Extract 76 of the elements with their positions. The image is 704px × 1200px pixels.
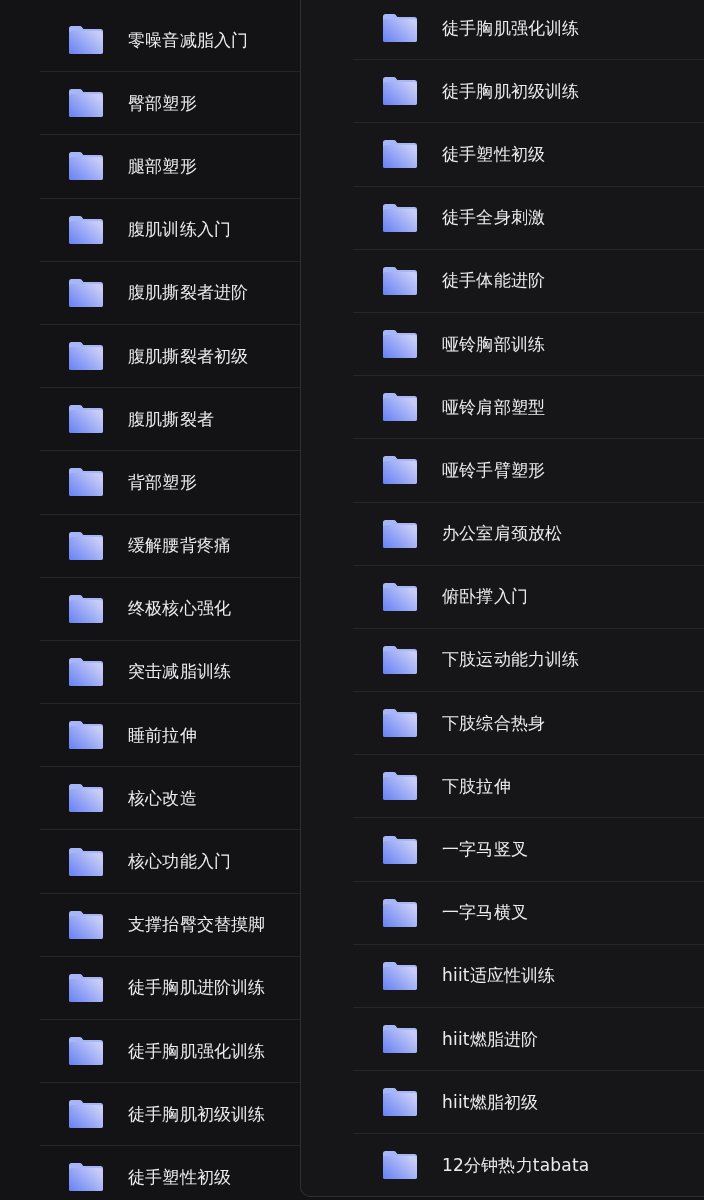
folder-icon bbox=[383, 961, 417, 990]
folder-item[interactable]: 支撑抬臀交替摸脚 bbox=[40, 893, 300, 957]
folder-item[interactable]: 徒手体能进阶 bbox=[353, 249, 704, 313]
folder-item[interactable]: 一字马横叉 bbox=[353, 881, 704, 945]
folder-item[interactable]: 俯卧撑入门 bbox=[353, 565, 704, 629]
folder-item[interactable]: hiit燃脂进阶 bbox=[353, 1008, 704, 1072]
folder-item[interactable]: 徒手胸肌强化训练 bbox=[353, 0, 704, 61]
folder-icon bbox=[69, 468, 103, 497]
folder-icon bbox=[69, 405, 103, 434]
folder-item[interactable]: 徒手塑性初级 bbox=[40, 1146, 300, 1200]
folder-item[interactable]: 12分钟热力tabata bbox=[353, 1134, 704, 1198]
folder-icon bbox=[69, 847, 103, 876]
folder-item[interactable]: 零噪音减脂入门 bbox=[40, 9, 300, 73]
folder-item[interactable]: hiit燃脂初级 bbox=[353, 1071, 704, 1135]
folder-item[interactable]: 下肢综合热身 bbox=[353, 692, 704, 756]
folder-item[interactable]: 徒手胸肌初级训练 bbox=[353, 60, 704, 124]
folder-icon bbox=[383, 266, 417, 295]
folder-icon bbox=[69, 89, 103, 118]
folder-icon bbox=[69, 973, 103, 1002]
folder-icon bbox=[69, 784, 103, 813]
folder-icon bbox=[69, 1163, 103, 1192]
folder-item[interactable]: 腹肌训练入门 bbox=[40, 198, 300, 262]
folder-icon bbox=[383, 645, 417, 674]
folder-icon bbox=[383, 772, 417, 801]
folder-icon bbox=[69, 657, 103, 686]
folder-icon bbox=[383, 1151, 417, 1180]
folder-icon bbox=[69, 910, 103, 939]
folder-icon bbox=[383, 898, 417, 927]
folder-icon bbox=[383, 1088, 417, 1117]
folder-item[interactable]: 核心改造 bbox=[40, 767, 300, 831]
folder-icon bbox=[383, 393, 417, 422]
folder-item[interactable]: 腿部塑形 bbox=[40, 135, 300, 199]
folder-item[interactable]: 腹肌撕裂者 bbox=[40, 388, 300, 452]
folder-icon bbox=[383, 709, 417, 738]
folder-item[interactable]: 徒手胸肌初级训练 bbox=[40, 1083, 300, 1147]
folder-item[interactable]: 睡前拉伸 bbox=[40, 704, 300, 768]
folder-item[interactable]: 哑铃胸部训练 bbox=[353, 312, 704, 377]
folder-item[interactable]: 缓解腰背疼痛 bbox=[40, 514, 300, 578]
folder-icon bbox=[383, 582, 417, 611]
folder-item[interactable]: 办公室肩颈放松 bbox=[353, 502, 704, 566]
folder-item[interactable]: 徒手全身刺激 bbox=[353, 186, 704, 250]
folder-icon bbox=[69, 1100, 103, 1129]
folder-item[interactable]: 下肢运动能力训练 bbox=[353, 628, 704, 693]
folder-icon bbox=[69, 594, 103, 623]
folder-icon bbox=[69, 215, 103, 244]
folder-item[interactable]: 一字马竖叉 bbox=[353, 818, 704, 882]
folder-icon bbox=[383, 203, 417, 232]
folder-item[interactable]: 突击减脂训练 bbox=[40, 640, 300, 705]
folder-icon bbox=[383, 140, 417, 169]
folder-item[interactable]: 背部塑形 bbox=[40, 451, 300, 515]
folder-item[interactable]: 徒手胸肌强化训练 bbox=[40, 1020, 300, 1084]
folder-item[interactable]: 腹肌撕裂者进阶 bbox=[40, 261, 300, 325]
folder-icon bbox=[383, 835, 417, 864]
folder-icon bbox=[383, 14, 417, 43]
folder-item[interactable]: 哑铃手臂塑形 bbox=[353, 439, 704, 503]
folder-item[interactable]: 下肢拉伸 bbox=[353, 755, 704, 819]
folder-icon bbox=[69, 531, 103, 560]
folder-item[interactable]: 腹肌撕裂者初级 bbox=[40, 324, 300, 389]
folder-item[interactable]: hiit适应性训练 bbox=[353, 944, 704, 1008]
folder-icon bbox=[383, 519, 417, 548]
folder-icon bbox=[69, 342, 103, 371]
folder-icon bbox=[383, 77, 417, 106]
folder-item[interactable]: 哑铃肩部塑型 bbox=[353, 376, 704, 440]
folder-icon bbox=[69, 278, 103, 307]
folder-item[interactable]: 核心功能入门 bbox=[40, 830, 300, 894]
folder-icon bbox=[383, 1025, 417, 1054]
folder-icon bbox=[69, 26, 103, 55]
folder-item[interactable]: 徒手塑性初级 bbox=[353, 123, 704, 187]
folder-icon bbox=[69, 152, 103, 181]
folder-item[interactable]: 臀部塑形 bbox=[40, 72, 300, 136]
folder-item[interactable]: 徒手胸肌进阶训练 bbox=[40, 956, 300, 1020]
folder-icon bbox=[383, 456, 417, 485]
folder-icon bbox=[69, 1037, 103, 1066]
folder-icon bbox=[69, 721, 103, 750]
folder-icon bbox=[383, 330, 417, 359]
folder-item[interactable]: 终极核心强化 bbox=[40, 577, 300, 641]
